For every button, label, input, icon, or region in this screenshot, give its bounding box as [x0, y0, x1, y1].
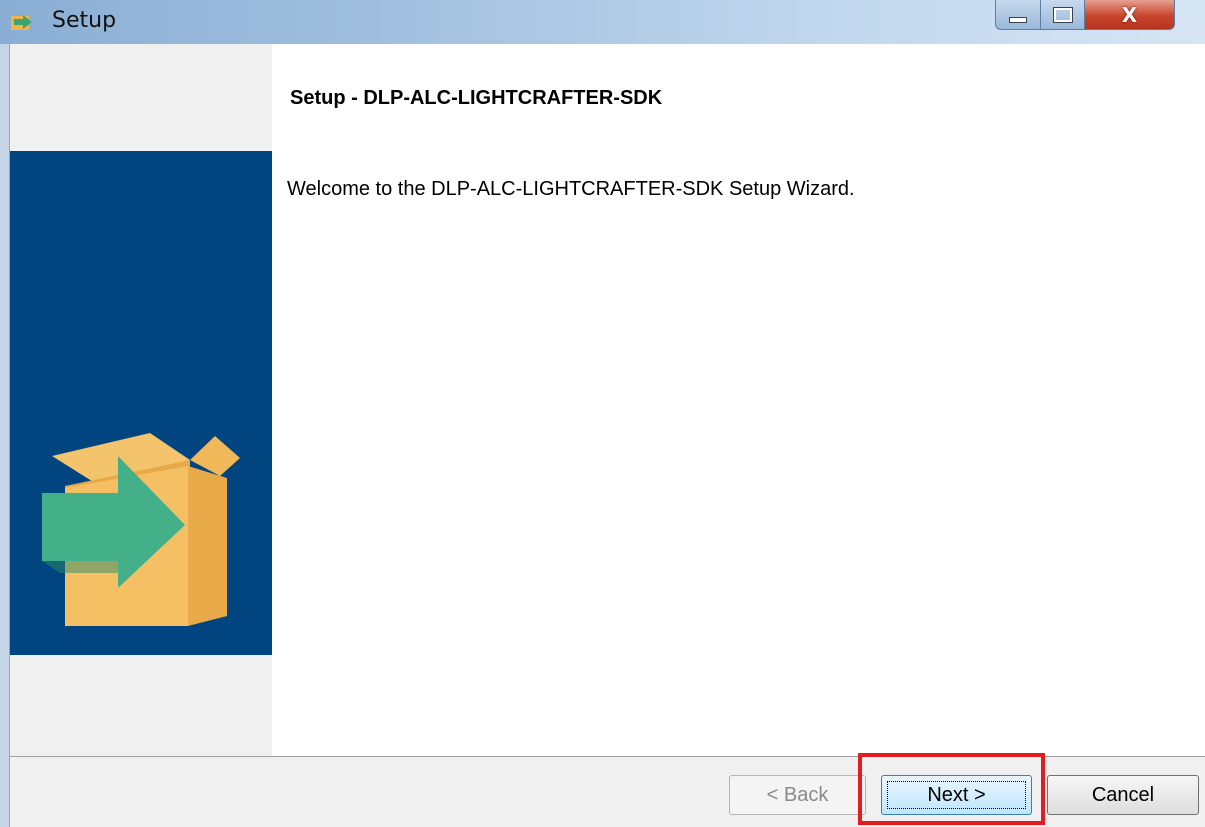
box-with-arrow-icon — [42, 433, 240, 626]
close-button[interactable]: X — [1085, 0, 1175, 30]
maximize-icon — [1052, 6, 1073, 23]
page-title: Setup - DLP-ALC-LIGHTCRAFTER-SDK — [290, 87, 663, 109]
title-bar[interactable]: Setup X — [0, 0, 1205, 44]
next-button-highlight — [858, 753, 1045, 825]
window-controls: X — [995, 0, 1205, 32]
setup-window: Setup X Setup - DLP-ALC-LIGHTCRAFTER-SDK… — [0, 0, 1205, 827]
close-icon: X — [1121, 2, 1138, 27]
welcome-message: Welcome to the DLP-ALC-LIGHTCRAFTER-SDK … — [287, 178, 855, 200]
cancel-button[interactable]: Cancel — [1047, 775, 1199, 815]
back-button[interactable]: < Back — [729, 775, 866, 815]
minimize-icon — [1009, 16, 1027, 23]
minimize-button[interactable] — [995, 0, 1041, 30]
window-title: Setup — [52, 8, 117, 33]
window-frame-left — [0, 44, 10, 827]
setup-app-icon — [11, 15, 32, 30]
maximize-button[interactable] — [1041, 0, 1085, 30]
